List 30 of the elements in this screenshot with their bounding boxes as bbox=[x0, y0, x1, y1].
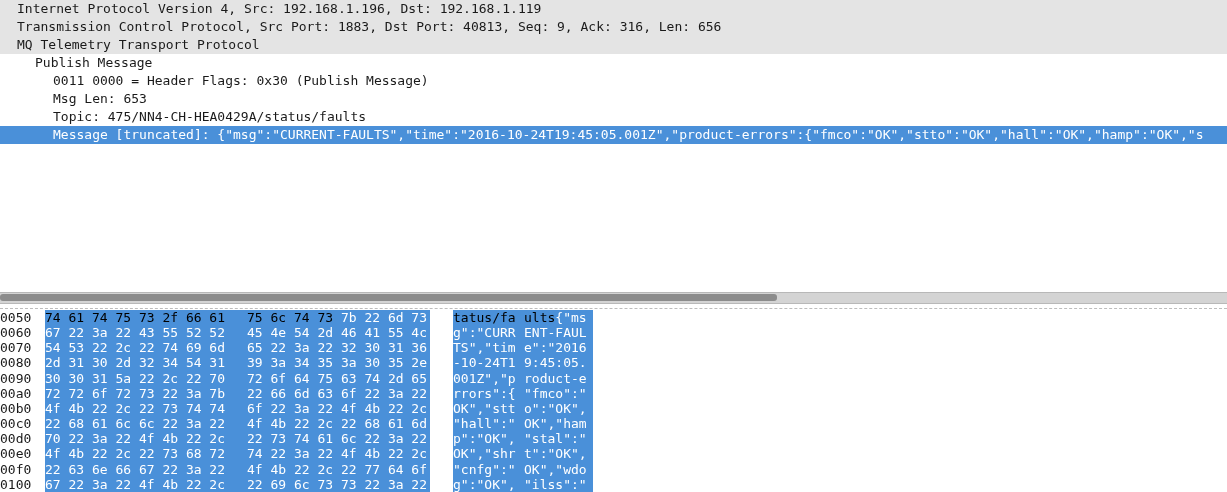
byte-offset: 00d0 bbox=[0, 431, 33, 447]
byte-offset: 0090 bbox=[0, 370, 33, 386]
byte-offset: 0050 bbox=[0, 309, 33, 325]
packet-detail-row[interactable]: Transmission Control Protocol, Src Port: 1883, Dst Port: 40813, Seq: 9, Ack: 316, Len: 656 bbox=[0, 18, 1227, 36]
ascii-bytes[interactable]: -10-24T1 9:45:05. bbox=[453, 355, 593, 371]
packet-detail-row[interactable]: Message [truncated]: {"msg":"CURRENT-FAULTS","time":"2016-10-24T19:45:05.001Z","product-errors":{"fmco":"OK","stto":"OK","hall":"OK","hamp":"OK","s bbox=[0, 126, 1227, 144]
byte-offset: 0070 bbox=[0, 340, 33, 356]
ascii-bytes[interactable]: "hall":" OK","ham bbox=[453, 416, 593, 432]
byte-offset: 00b0 bbox=[0, 400, 33, 417]
byte-offset: 0080 bbox=[0, 355, 33, 371]
byte-offset: 00e0 bbox=[0, 446, 33, 462]
ascii-bytes[interactable]: TS","tim e":"2016 bbox=[453, 340, 593, 356]
byte-offset: 00f0 bbox=[0, 461, 33, 477]
packet-detail-row[interactable]: Internet Protocol Version 4, Src: 192.168.1.196, Dst: 192.168.1.119 bbox=[0, 0, 1227, 18]
ascii-bytes[interactable]: tatus/fa ults{"ms bbox=[453, 309, 593, 325]
hex-bytes[interactable]: 54 53 22 2c 22 74 69 6d 65 22 3a 22 32 30 31 36 bbox=[45, 340, 430, 356]
byte-offset: 0060 bbox=[0, 324, 33, 341]
ascii-bytes[interactable]: p":"OK", "stal":" bbox=[453, 431, 593, 447]
hex-bytes[interactable]: 70 22 3a 22 4f 4b 22 2c 22 73 74 61 6c 22 3a 22 bbox=[45, 431, 430, 447]
hex-bytes[interactable]: 74 61 74 75 73 2f 66 61 75 6c 74 73 7b 22 6d 73 bbox=[45, 309, 430, 325]
byte-offset: 00c0 bbox=[0, 416, 33, 432]
byte-offset: 0100 bbox=[0, 476, 33, 492]
hex-bytes[interactable]: 22 68 61 6c 6c 22 3a 22 4f 4b 22 2c 22 68 61 6d bbox=[45, 416, 430, 432]
hex-bytes[interactable]: 4f 4b 22 2c 22 73 68 72 74 22 3a 22 4f 4b 22 2c bbox=[45, 446, 430, 462]
scrollbar-thumb[interactable] bbox=[0, 294, 777, 302]
byte-offset: 00a0 bbox=[0, 385, 33, 401]
hex-bytes[interactable]: 2d 31 30 2d 32 34 54 31 39 3a 34 35 3a 30 35 2e bbox=[45, 355, 430, 371]
packet-detail-row[interactable]: MQ Telemetry Transport Protocol bbox=[0, 36, 1227, 54]
ascii-bytes[interactable]: OK","shr t":"OK", bbox=[453, 446, 593, 462]
horizontal-scrollbar[interactable] bbox=[0, 291, 1227, 304]
